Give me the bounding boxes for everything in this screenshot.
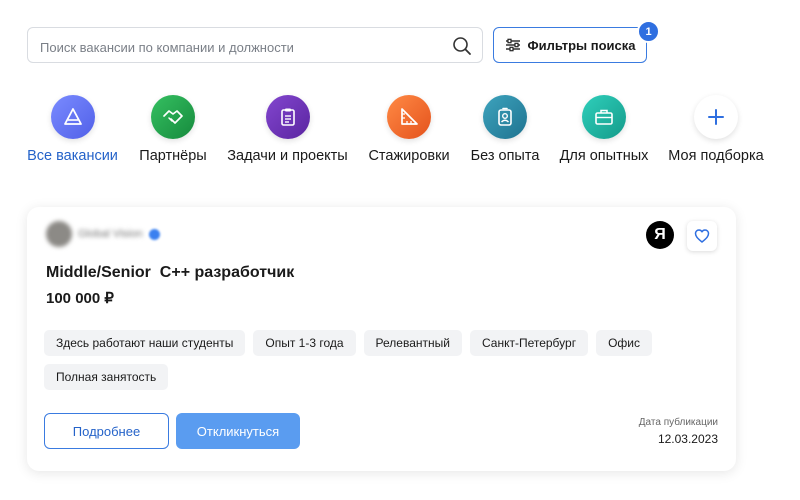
sliders-icon [505,38,520,52]
category-label: Для опытных [559,148,649,164]
plus-icon [708,109,724,125]
verified-icon [148,228,160,240]
publication-label: Дата публикации [638,417,718,428]
tag-list: Здесь работают наши студенты Опыт 1-3 го… [44,330,704,390]
publication-date: 12.03.2023 [657,432,718,446]
details-button[interactable]: Подробнее [44,413,169,449]
tag: Здесь работают наши студенты [44,330,246,356]
category-partners[interactable]: Партнёры [137,95,209,164]
clipboard-icon [280,108,295,126]
tag: Опыт 1-3 года [253,330,356,356]
filters-label: Фильтры поиска [527,37,636,53]
yandex-logo: Я [646,221,674,249]
category-my-selection[interactable]: Моя подборка [666,95,766,164]
tag: Офис [596,330,653,356]
category-circle [694,95,738,139]
badge-icon [498,107,512,126]
heart-icon [694,229,710,243]
category-circle [151,95,195,139]
category-all-vacancies[interactable]: Все вакансии [27,95,118,164]
handshake-icon [163,110,183,124]
favorite-button[interactable] [687,221,717,251]
filters-button[interactable]: Фильтры поиска [493,27,647,63]
category-label: Все вакансии [27,148,118,164]
category-label: Стажировки [368,148,450,164]
category-label: Без опыта [470,148,540,164]
company-avatar [46,221,72,247]
vacancy-salary: 100 000 ₽ [46,290,114,307]
category-circle [582,95,626,139]
company-name: Global Vision [78,228,143,240]
tag: Полная занятость [44,364,169,390]
tag: Релевантный [363,330,462,356]
company-info[interactable]: Global Vision [46,221,160,247]
triangle-icon [63,108,82,125]
ruler-icon [401,108,418,125]
vacancy-card: Global Vision Я Middle/Senior C++ разраб… [27,207,736,471]
category-circle [483,95,527,139]
category-tasks-projects[interactable]: Задачи и проекты [227,95,348,164]
briefcase-icon [595,109,613,125]
respond-button[interactable]: Откликнуться [176,413,300,449]
category-label: Партнёры [139,148,207,164]
category-experienced[interactable]: Для опытных [558,95,650,164]
category-no-experience[interactable]: Без опыта [470,95,540,164]
publication-info: Дата публикации 12.03.2023 [639,417,718,446]
tag: Санкт-Петербург [469,330,589,356]
search-input[interactable] [38,36,442,58]
category-internships[interactable]: Стажировки [366,95,452,164]
vacancy-title[interactable]: Middle/Senior C++ разработчик [46,264,294,282]
category-label: Моя подборка [668,148,764,164]
search-icon[interactable] [452,36,472,56]
category-circle [387,95,431,139]
category-circle [50,95,95,139]
search-box[interactable] [27,27,483,63]
filters-count-badge: 1 [637,20,660,43]
category-label: Задачи и проекты [227,148,348,164]
category-circle [265,95,310,139]
